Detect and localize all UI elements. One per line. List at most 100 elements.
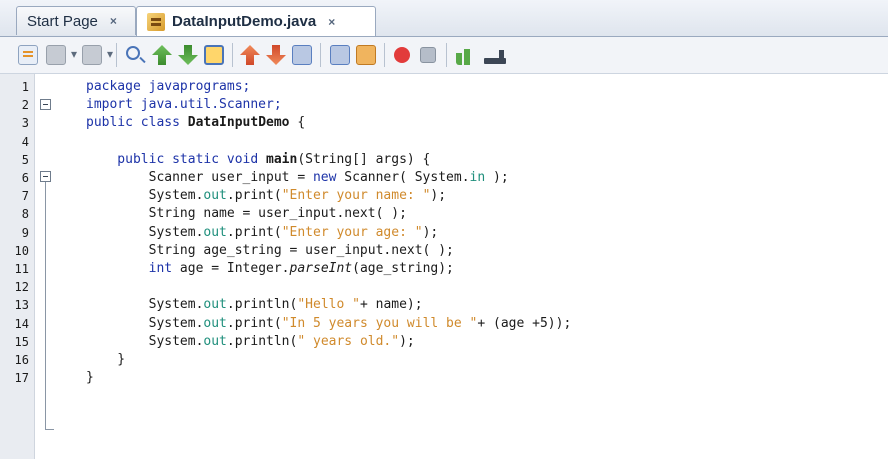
line-number-gutter: 1 2 3 4 5 6 7 8 9 10 11 12 13 14 15 16 17 xyxy=(0,74,35,459)
close-icon[interactable]: × xyxy=(328,15,335,29)
code-line[interactable]: String age_string = user_input.next( ); xyxy=(86,242,454,260)
code-token: } xyxy=(86,370,94,386)
code-line[interactable]: } xyxy=(86,351,125,369)
fold-end-marker xyxy=(45,429,54,430)
toggle-highlight-icon[interactable] xyxy=(204,45,224,65)
history-icon[interactable] xyxy=(484,50,506,64)
code-line[interactable]: } xyxy=(86,369,94,387)
code-line[interactable]: Scanner user_input = new Scanner( System… xyxy=(86,169,509,187)
tab-datainputdemo-java[interactable]: DataInputDemo.java × xyxy=(136,6,376,36)
forward-icon[interactable] xyxy=(82,45,113,65)
code-token: parseInt xyxy=(289,261,353,276)
editor-tab-bar: Start Page × DataInputDemo.java × xyxy=(0,0,888,37)
shift-line-left-icon[interactable] xyxy=(240,45,260,65)
code-token: public static void xyxy=(86,151,267,167)
code-line[interactable]: System.out.print("In 5 years you will be… xyxy=(86,315,572,333)
tab-label: Start Page xyxy=(27,12,98,30)
toolbar-separator xyxy=(232,43,233,67)
toolbar-separator xyxy=(446,43,447,67)
line-number: 5 xyxy=(21,152,29,167)
code-token: String name = user_input.next( ); xyxy=(86,206,407,222)
record-macro-icon[interactable] xyxy=(394,47,410,63)
line-number: 11 xyxy=(14,262,29,276)
code-line[interactable]: String name = user_input.next( ); xyxy=(86,205,407,223)
code-token: .println( xyxy=(226,333,298,349)
comment-icon[interactable] xyxy=(330,45,350,65)
fold-guide xyxy=(45,182,46,429)
code-token: " years old." xyxy=(297,333,400,349)
code-line[interactable]: public static void main(String[] args) { xyxy=(86,151,430,169)
line-number: 15 xyxy=(14,334,29,349)
code-line[interactable]: System.out.println(" years old."); xyxy=(86,333,415,351)
code-token: import java.util.Scanner; xyxy=(86,97,282,113)
fold-toggle-icon[interactable] xyxy=(40,99,51,110)
code-token: System. xyxy=(86,188,204,204)
code-token: .print( xyxy=(226,188,282,204)
code-line[interactable]: System.out.print("Enter your name: "); xyxy=(86,187,446,205)
diff-icon[interactable] xyxy=(456,49,470,65)
source-history-icon[interactable] xyxy=(18,45,38,65)
code-token: Scanner( System. xyxy=(336,170,470,185)
find-next-icon[interactable] xyxy=(178,45,198,65)
code-token: "Enter your name: " xyxy=(281,188,431,204)
code-editor[interactable]: 1 2 3 4 5 6 7 8 9 10 11 12 13 14 15 16 17 package javapr… xyxy=(0,74,888,459)
code-text-area[interactable]: package javaprograms; import java.util.Sc… xyxy=(80,74,888,459)
find-previous-icon[interactable] xyxy=(152,45,172,65)
back-icon[interactable] xyxy=(46,45,77,65)
code-token: ); xyxy=(485,170,509,185)
code-token: .print( xyxy=(226,224,282,240)
code-token: ); xyxy=(422,224,439,240)
code-line[interactable]: System.out.println("Hello "+ name); xyxy=(86,296,423,314)
code-token: Scanner user_input = xyxy=(86,170,313,185)
code-token: package javaprograms; xyxy=(86,79,251,94)
code-token: (age_string); xyxy=(352,261,454,276)
code-token: out xyxy=(203,315,227,331)
code-token: System. xyxy=(86,333,204,349)
ide-window: Start Page × DataInputDemo.java × 123 xyxy=(0,0,888,459)
code-token: public class xyxy=(86,115,188,131)
code-token: .print( xyxy=(226,315,282,331)
code-token: out xyxy=(203,188,227,204)
code-line[interactable]: int age = Integer.parseInt(age_string); xyxy=(86,260,454,278)
code-token: System. xyxy=(86,315,204,331)
line-number: 3 xyxy=(21,116,29,131)
toolbar-separator xyxy=(116,43,117,67)
code-token: } xyxy=(86,352,126,367)
tab-start-page[interactable]: Start Page × xyxy=(16,6,136,35)
code-token: DataInputDemo xyxy=(187,115,290,131)
fold-toggle-icon[interactable] xyxy=(40,171,51,182)
uncomment-icon[interactable] xyxy=(356,45,376,65)
line-number: 4 xyxy=(21,134,29,149)
code-token: ); xyxy=(399,333,415,349)
close-icon[interactable]: × xyxy=(110,14,117,28)
line-number: 9 xyxy=(21,225,29,240)
toolbar-separator xyxy=(384,43,385,67)
code-token: in xyxy=(469,170,486,185)
stop-macro-icon[interactable] xyxy=(420,47,436,63)
code-token: "Enter your age: " xyxy=(281,224,423,240)
shift-line-right-icon[interactable] xyxy=(266,45,286,65)
line-number: 16 xyxy=(14,353,29,367)
toggle-bookmark-icon[interactable] xyxy=(292,45,312,65)
code-token: age = Integer. xyxy=(172,261,290,276)
editor-toolbar xyxy=(0,37,888,74)
code-line[interactable]: System.out.print("Enter your age: "); xyxy=(86,224,439,242)
line-number: 13 xyxy=(14,298,29,313)
code-line[interactable]: import java.util.Scanner; xyxy=(86,96,282,114)
code-token: int xyxy=(148,261,173,276)
line-number: 10 xyxy=(14,243,29,258)
find-icon[interactable] xyxy=(126,46,140,60)
code-line[interactable]: package javaprograms; xyxy=(86,78,250,96)
code-token: + name); xyxy=(359,297,423,313)
code-token: "In 5 years you will be " xyxy=(281,315,478,331)
line-number: 2 xyxy=(21,98,29,113)
line-number: 6 xyxy=(21,171,29,185)
toolbar-separator xyxy=(320,43,321,67)
code-token: out xyxy=(203,224,227,240)
code-token: System. xyxy=(86,297,204,313)
code-token: String age_string = user_input.next( ); xyxy=(86,242,454,258)
code-token: (String[] args) { xyxy=(297,151,431,167)
code-line[interactable]: public class DataInputDemo { xyxy=(86,114,305,132)
tab-label: DataInputDemo.java xyxy=(172,13,317,30)
